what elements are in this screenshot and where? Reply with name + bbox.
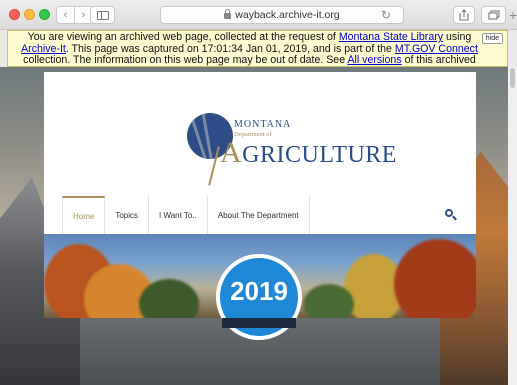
share-icon bbox=[459, 9, 469, 21]
montana-state-library-link[interactable]: Montana State Library bbox=[339, 31, 443, 43]
agriculture-logo[interactable]: MONTANA Department of AGRICULTURE bbox=[187, 106, 396, 186]
back-button[interactable]: ‹ bbox=[56, 6, 75, 24]
hide-banner-button[interactable]: hide bbox=[481, 33, 503, 44]
browser-toolbar: ‹ › wayback.archive-it.org ↻ + bbox=[0, 0, 517, 30]
new-tab-button[interactable]: + bbox=[509, 7, 517, 23]
nav-item-i-want-to[interactable]: I Want To.. bbox=[149, 196, 208, 234]
scrollbar-track[interactable] bbox=[508, 67, 517, 385]
main-nav: Home Topics I Want To.. About The Depart… bbox=[62, 196, 310, 234]
close-window-button[interactable] bbox=[9, 9, 20, 20]
minimize-window-button[interactable] bbox=[24, 9, 35, 20]
nav-item-home[interactable]: Home bbox=[62, 196, 106, 234]
scrollbar-thumb[interactable] bbox=[510, 68, 515, 88]
all-versions-link[interactable]: All versions bbox=[347, 54, 401, 66]
share-button[interactable] bbox=[453, 6, 475, 24]
sidebar-icon bbox=[96, 10, 109, 20]
show-tabs-button[interactable] bbox=[481, 6, 506, 24]
zoom-window-button[interactable] bbox=[39, 9, 50, 20]
chevron-left-icon: ‹ bbox=[63, 9, 68, 21]
archive-banner: You are viewing an archived web page, co… bbox=[7, 30, 508, 77]
logo-agriculture-text: AGRICULTURE bbox=[220, 136, 397, 169]
search-button[interactable] bbox=[444, 208, 458, 222]
address-bar[interactable]: wayback.archive-it.org ↻ bbox=[160, 6, 404, 24]
nav-item-about[interactable]: About The Department bbox=[208, 196, 310, 234]
archive-it-link[interactable]: Archive-It bbox=[21, 43, 66, 55]
lock-icon bbox=[224, 9, 232, 19]
site-header: MONTANA Department of AGRICULTURE Home T… bbox=[44, 72, 476, 234]
reload-icon[interactable]: ↻ bbox=[381, 8, 391, 22]
address-text: wayback.archive-it.org bbox=[235, 9, 340, 21]
tabs-icon bbox=[487, 10, 500, 20]
sidebar-toggle-button[interactable] bbox=[90, 6, 115, 24]
chevron-right-icon: › bbox=[81, 9, 86, 21]
collection-link[interactable]: MT.GOV Connect bbox=[395, 43, 478, 55]
logo-montana-text: MONTANA bbox=[234, 119, 292, 130]
nav-item-topics[interactable]: Topics bbox=[105, 196, 150, 234]
